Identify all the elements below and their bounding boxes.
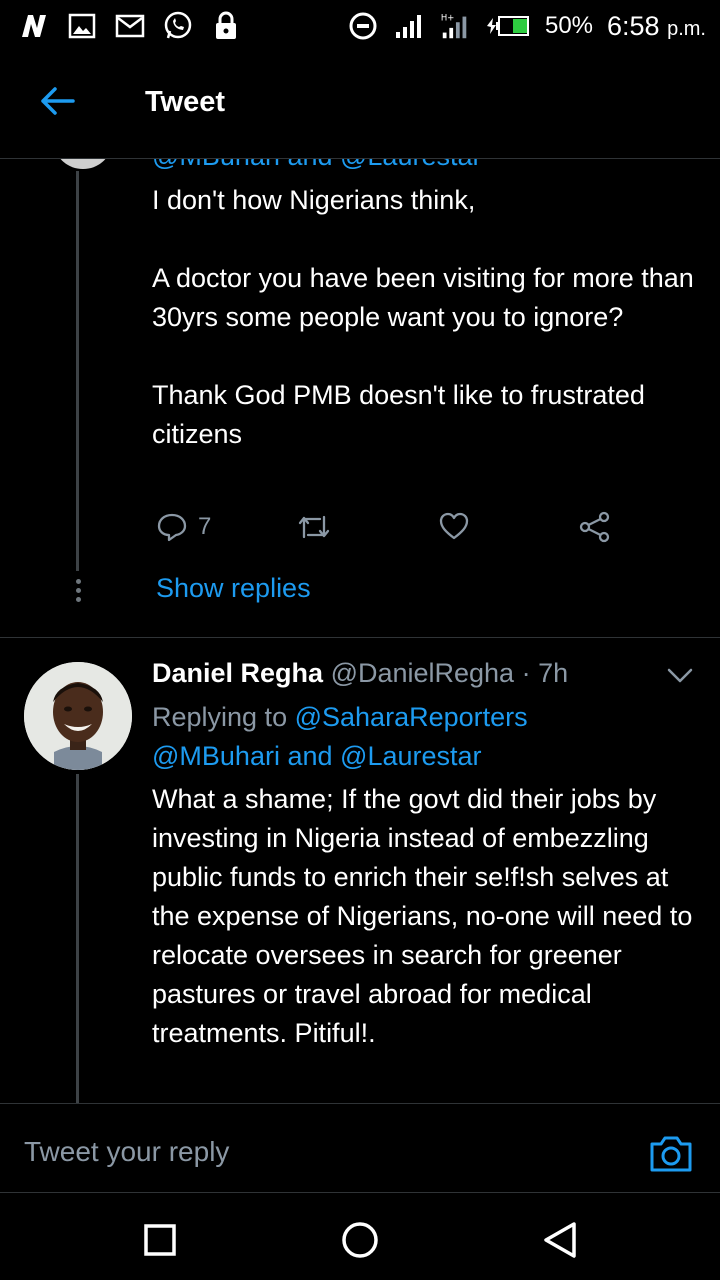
triangle-back-icon <box>544 1222 576 1258</box>
arrow-left-icon <box>41 87 75 115</box>
do-not-disturb-icon <box>347 11 379 41</box>
tweet-time: 7h <box>538 658 569 688</box>
reply-count: 7 <box>198 513 212 540</box>
whatsapp-icon <box>162 11 194 41</box>
page-title: Tweet <box>145 86 226 118</box>
retweet-button[interactable] <box>296 511 332 543</box>
mention-link[interactable]: @MBuhari <box>152 741 280 771</box>
n-icon <box>18 11 50 41</box>
reply-icon <box>157 513 187 542</box>
author-name[interactable]: Daniel Regha <box>152 658 323 688</box>
clock: 6:58 p.m. <box>607 10 706 41</box>
lock-icon <box>210 11 242 41</box>
home-button[interactable] <box>340 1220 380 1260</box>
avatar[interactable] <box>24 662 132 770</box>
heart-icon <box>439 512 469 540</box>
svg-text:H+: H+ <box>441 12 454 22</box>
share-icon <box>579 511 610 543</box>
retweet-icon <box>298 515 330 539</box>
signal-hplus-icon: H+ <box>439 11 471 41</box>
signal-icon <box>393 11 425 41</box>
thread-dots <box>74 579 82 602</box>
mail-icon <box>114 11 146 41</box>
back-nav-button[interactable] <box>540 1220 580 1260</box>
battery-percent: 50% <box>544 12 594 39</box>
battery-icon <box>485 11 531 41</box>
separator: · <box>521 658 531 688</box>
tweet-text: I don't how Nigerians think, A doctor yo… <box>152 185 694 449</box>
reply-button[interactable]: 7 <box>156 511 211 543</box>
square-icon <box>144 1224 176 1256</box>
recents-button[interactable] <box>140 1220 180 1260</box>
show-replies-link[interactable]: Show replies <box>156 573 311 604</box>
top-app-bar: Tweet <box>0 52 720 158</box>
tweet-card[interactable]: @MBuhari and @Laurestar I don't how Nige… <box>0 159 720 637</box>
image-icon <box>66 11 98 41</box>
author-handle[interactable]: @DanielRegha <box>331 658 515 688</box>
tweet-text: What a shame; If the govt did their jobs… <box>152 784 693 1048</box>
thread-line <box>76 171 79 571</box>
tweet-card[interactable]: Daniel Regha @DanielRegha · 7h Replying … <box>0 638 720 1103</box>
reply-composer: Tweet your reply <box>0 1103 720 1193</box>
status-bar: H+ 50% 6:58 p.m. <box>0 0 720 52</box>
system-nav-bar <box>0 1194 720 1280</box>
share-button[interactable] <box>578 511 612 543</box>
tweet-actions: 7 <box>152 511 622 547</box>
mention-link[interactable]: @Laurestar <box>340 741 481 771</box>
chevron-down-icon <box>667 668 693 683</box>
tweet-author: Daniel Regha @DanielRegha · 7h <box>152 658 568 689</box>
tweet-menu-button[interactable] <box>664 664 696 688</box>
camera-button[interactable] <box>648 1134 694 1174</box>
mention-link[interactable]: @SaharaReporters <box>295 702 528 732</box>
back-button[interactable] <box>34 78 80 124</box>
replying-mentions[interactable]: @MBuhari and @Laurestar <box>152 159 481 172</box>
like-button[interactable] <box>438 511 470 541</box>
thread-line <box>76 774 79 1103</box>
replying-to: Replying to @SaharaReporters @MBuhari an… <box>152 702 528 771</box>
circle-icon <box>342 1222 378 1258</box>
reply-input[interactable]: Tweet your reply <box>24 1136 229 1168</box>
avatar[interactable] <box>55 159 111 169</box>
camera-icon <box>650 1136 692 1172</box>
